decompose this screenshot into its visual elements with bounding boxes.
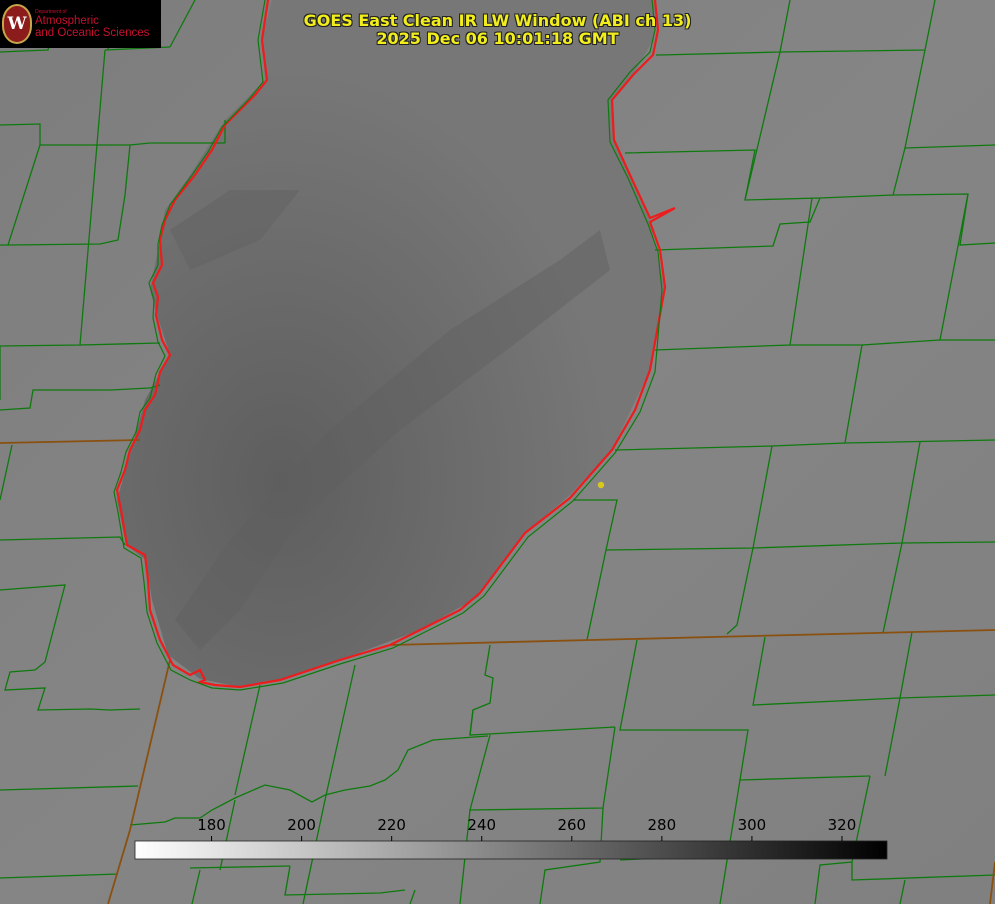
satellite-map: 180 200 220 240 260 280 300 320 (0, 0, 995, 904)
colorbar-gradient (134, 840, 888, 860)
seal-letter: W (7, 14, 27, 34)
colorbar-tick-label: 280 (648, 816, 677, 834)
city-marker (597, 481, 605, 489)
colorbar-tick-label: 200 (287, 816, 316, 834)
colorbar-tick-label: 220 (377, 816, 406, 834)
logo-line-2: and Oceanic Sciences (35, 27, 150, 39)
colorbar-tick-label: 240 (467, 816, 496, 834)
colorbar-tick-label: 300 (738, 816, 767, 834)
colorbar-tick-label: 180 (197, 816, 226, 834)
logo-line-1: Atmospheric (35, 15, 99, 27)
aos-logo[interactable]: W Department of Atmospheric and Oceanic … (0, 0, 161, 48)
colorbar-tick-label: 320 (828, 816, 857, 834)
logo-text: Department of Atmospheric and Oceanic Sc… (35, 9, 149, 39)
uw-seal-icon: W (2, 4, 32, 44)
colorbar-tick-label: 260 (557, 816, 586, 834)
